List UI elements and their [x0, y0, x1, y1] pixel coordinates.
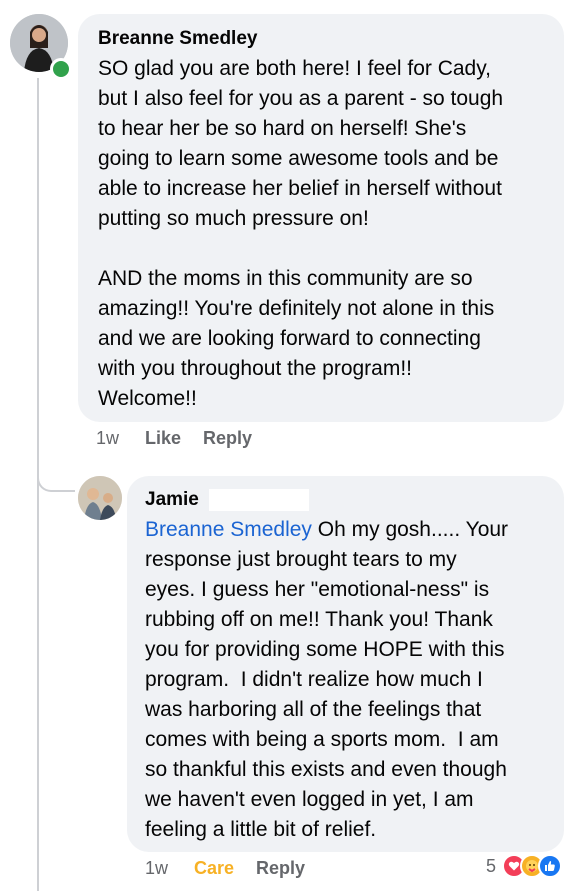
comment-text: SO glad you are both here! I feel for Ca…: [98, 57, 504, 410]
reaction-count: 5: [485, 855, 496, 876]
reply-text: Oh my gosh..... Your response just broug…: [145, 518, 509, 841]
reply-reply-button[interactable]: Reply: [256, 858, 305, 879]
reply-author[interactable]: Jamie: [145, 489, 199, 510]
reply-bubble: Jamie Breanne Smedley Oh my gosh..... Yo…: [127, 476, 564, 852]
comment-author[interactable]: Breanne Smedley: [98, 26, 544, 52]
like-button[interactable]: Like: [145, 428, 181, 449]
reply-avatar[interactable]: [78, 476, 122, 520]
redacted-name: [208, 488, 309, 511]
reply-button[interactable]: Reply: [203, 428, 252, 449]
comment-bubble: Breanne Smedley SO glad you are both her…: [78, 14, 564, 422]
mention-link[interactable]: Breanne Smedley: [145, 518, 312, 541]
thread-connector: [37, 455, 75, 492]
reactions-summary[interactable]: 5: [486, 854, 562, 878]
reply-actions: 1w Care Reply: [145, 858, 327, 879]
reply-time[interactable]: 1w: [145, 858, 168, 879]
like-icon: [538, 854, 562, 878]
online-status-icon: [50, 58, 72, 80]
care-button[interactable]: Care: [194, 858, 234, 879]
comment-time[interactable]: 1w: [96, 428, 119, 449]
comment-actions: 1w Like Reply: [96, 428, 274, 449]
